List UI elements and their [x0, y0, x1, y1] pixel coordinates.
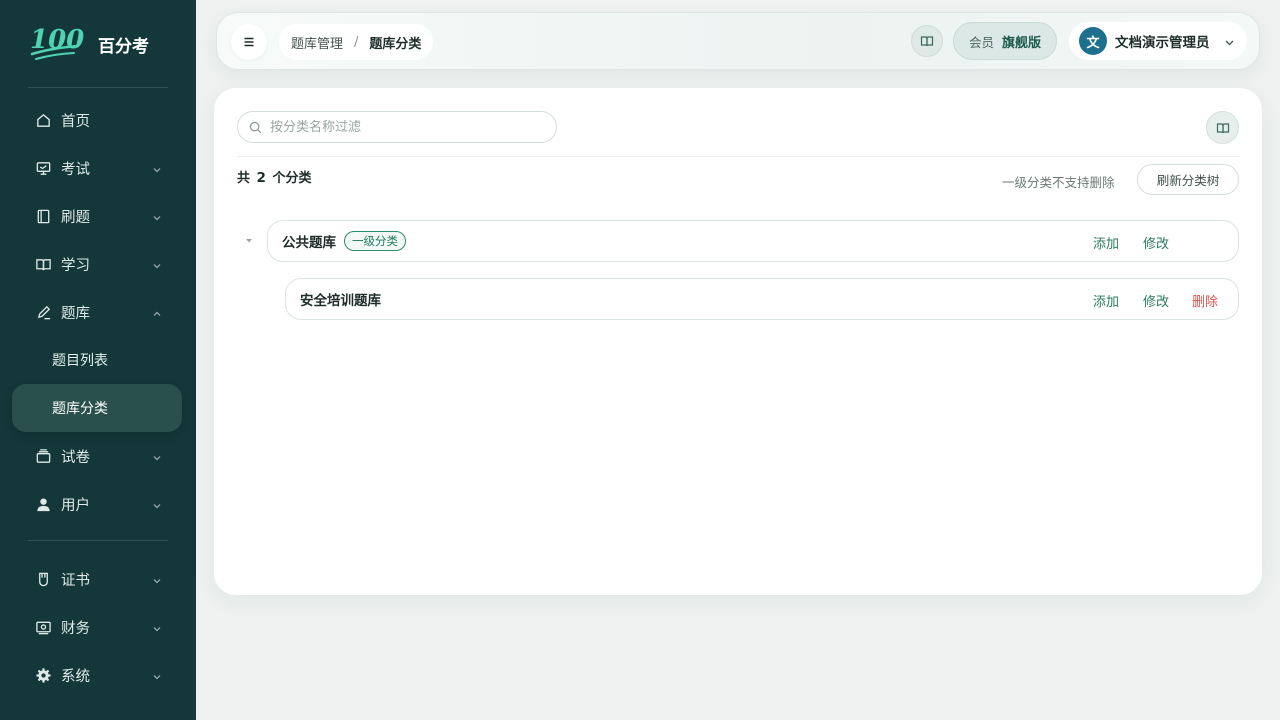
chevron-down-icon — [152, 574, 162, 584]
category-search[interactable] — [237, 111, 557, 143]
sidebar-subitem-label: 题库分类 — [52, 401, 108, 417]
hamburger-icon — [244, 37, 254, 47]
finance-icon — [34, 618, 52, 636]
edit-button[interactable]: 修改 — [1143, 233, 1169, 252]
level-tag: 一级分类 — [344, 231, 406, 251]
sidebar-divider — [28, 540, 168, 541]
sidebar-item-practice[interactable]: 刷题 — [12, 194, 182, 238]
sidebar-item-label: 试卷 — [61, 449, 90, 466]
caret-down-icon[interactable] — [244, 237, 254, 245]
chevron-down-icon — [152, 670, 162, 680]
sidebar-subitem-bank-category[interactable]: 题库分类 — [12, 384, 182, 432]
user-name: 文档演示管理员 — [1115, 35, 1210, 51]
user-menu[interactable]: 文 文档演示管理员 — [1069, 22, 1247, 60]
sidebar-item-label: 题库 — [61, 305, 90, 322]
home-icon — [34, 111, 52, 129]
category-count: 共 2 个分类 — [237, 167, 312, 186]
sidebar-item-certificates[interactable]: 证书 — [12, 557, 182, 601]
user-icon — [34, 495, 52, 513]
chevron-down-icon — [1224, 36, 1235, 47]
sidebar-item-system[interactable]: 系统 — [12, 653, 182, 697]
docs-button[interactable] — [911, 25, 943, 57]
sidebar-item-label: 考试 — [61, 161, 90, 178]
book-open-icon — [34, 255, 52, 273]
sidebar-divider — [28, 87, 168, 88]
sidebar-item-label: 系统 — [61, 668, 90, 685]
sidebar-item-label: 首页 — [61, 113, 90, 130]
sidebar-item-study[interactable]: 学习 — [12, 242, 182, 286]
search-icon — [249, 121, 262, 133]
delete-hint: 一级分类不支持删除 — [1002, 175, 1115, 190]
sidebar-item-question-bank[interactable]: 题库 — [12, 290, 182, 334]
card-docs-button[interactable] — [1206, 111, 1239, 144]
tree-node-level2[interactable]: 安全培训题库 添加 修改 删除 — [285, 278, 1239, 320]
sidebar-item-exam[interactable]: 考试 — [12, 146, 182, 190]
top-header: 题库管理 / 题库分类 会员 旗舰版 文 文档演示管理员 — [216, 12, 1260, 70]
avatar: 文 — [1079, 27, 1107, 55]
breadcrumb: 题库管理 / 题库分类 — [279, 24, 434, 60]
menu-toggle-button[interactable] — [231, 24, 267, 60]
count-prefix: 共 — [237, 171, 251, 186]
count-value: 2 — [256, 170, 266, 186]
edit-button[interactable]: 修改 — [1143, 291, 1169, 310]
chevron-down-icon — [152, 259, 162, 269]
tree-node-name: 公共题库 — [282, 235, 336, 251]
sidebar-item-label: 刷题 — [61, 209, 90, 226]
card-divider — [237, 156, 1239, 157]
breadcrumb-item-current: 题库分类 — [369, 36, 422, 52]
sidebar-item-label: 学习 — [61, 257, 90, 274]
logo-mark-icon: 100 — [30, 25, 84, 60]
chevron-down-icon — [152, 622, 162, 632]
sidebar-item-label: 证书 — [61, 572, 90, 589]
paper-stack-icon — [34, 447, 52, 465]
logo-mark-text: 100 — [30, 25, 84, 55]
book-icon — [1216, 122, 1229, 133]
count-suffix: 个分类 — [272, 171, 312, 186]
settings-icon — [34, 666, 52, 684]
chevron-down-icon — [152, 211, 162, 221]
sidebar-item-label: 用户 — [61, 497, 90, 514]
tree-node-name: 安全培训题库 — [300, 293, 381, 309]
app-name: 百分考 — [98, 36, 149, 57]
search-input[interactable] — [270, 119, 540, 135]
sidebar-item-papers[interactable]: 试卷 — [12, 434, 182, 478]
edit-icon — [34, 303, 52, 321]
sidebar: 100 百分考 首页 考试 刷题 学习 题库 题目列表 题库分类 试卷 用户 证… — [0, 0, 196, 720]
add-button[interactable]: 添加 — [1093, 291, 1119, 310]
logo[interactable]: 100 百分考 — [28, 22, 149, 66]
add-button[interactable]: 添加 — [1093, 233, 1119, 252]
membership-badge[interactable]: 会员 旗舰版 — [953, 22, 1057, 60]
tree-node-level1[interactable]: 公共题库 一级分类 添加 修改 — [267, 220, 1239, 262]
notebook-icon — [34, 207, 52, 225]
chevron-down-icon — [152, 499, 162, 509]
exam-icon — [34, 159, 52, 177]
membership-tier: 旗舰版 — [1002, 35, 1042, 51]
sidebar-item-label: 财务 — [61, 620, 90, 637]
book-icon — [920, 36, 934, 47]
sidebar-subitem-question-list[interactable]: 题目列表 — [12, 336, 182, 384]
chevron-down-icon — [152, 451, 162, 461]
delete-button[interactable]: 删除 — [1192, 291, 1218, 310]
chevron-down-icon — [152, 163, 162, 173]
breadcrumb-item-question-bank[interactable]: 题库管理 — [291, 33, 343, 52]
sidebar-subitem-label: 题目列表 — [52, 353, 108, 369]
refresh-tree-button[interactable]: 刷新分类树 — [1137, 164, 1239, 195]
chevron-up-icon — [152, 307, 162, 317]
certificate-icon — [34, 570, 52, 588]
membership-label: 会员 — [968, 34, 994, 50]
breadcrumb-separator: / — [354, 34, 359, 50]
category-panel: 共 2 个分类 一级分类不支持删除 刷新分类树 公共题库 一级分类 添加 修改 … — [214, 88, 1262, 595]
sidebar-item-users[interactable]: 用户 — [12, 482, 182, 526]
sidebar-item-home[interactable]: 首页 — [12, 98, 182, 142]
sidebar-item-finance[interactable]: 财务 — [12, 605, 182, 649]
